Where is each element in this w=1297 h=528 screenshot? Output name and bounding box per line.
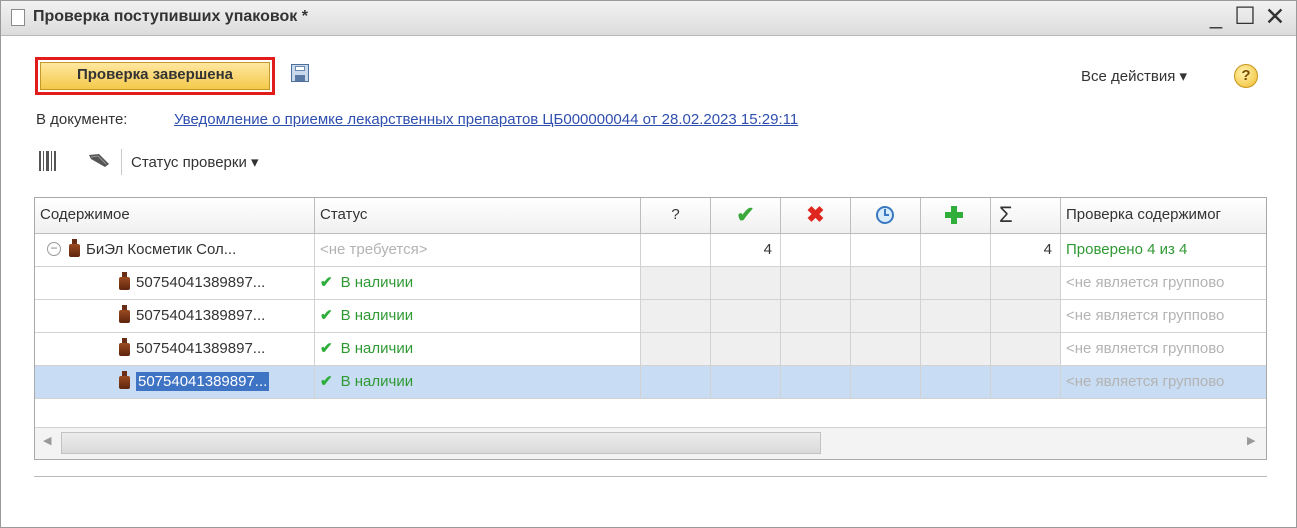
window-frame: Проверка поступивших упаковок * _ ☐ ✕ Пр…: [0, 0, 1297, 528]
table-row-code[interactable]: 50754041389897...: [35, 300, 315, 333]
table-cell: [921, 300, 991, 333]
green-plus-icon: [945, 206, 963, 224]
table-cell: [781, 333, 851, 366]
table-cell: [991, 300, 1061, 333]
group-row-status: <не требуется>: [315, 234, 641, 267]
column-header-content-check[interactable]: Проверка содержимог: [1061, 198, 1266, 234]
scroll-right-icon[interactable]: ▶: [1247, 434, 1255, 447]
table-cell: [711, 300, 781, 333]
bottom-divider: [34, 476, 1267, 477]
checkmark-icon: ✔: [320, 307, 333, 324]
group-row-check-result: Проверено 4 из 4: [1061, 234, 1266, 267]
medicine-bottle-icon: [119, 272, 130, 291]
table-row-check: <не является группово: [1061, 333, 1266, 366]
maximize-button[interactable]: ☐: [1232, 4, 1258, 30]
medicine-bottle-icon: [69, 239, 80, 258]
column-header-extra[interactable]: [921, 198, 991, 234]
table-cell: [781, 267, 851, 300]
checkmark-icon: ✔: [320, 373, 333, 390]
all-actions-menu[interactable]: Все действия ▾: [1081, 67, 1187, 85]
save-icon[interactable]: [291, 64, 309, 82]
help-icon[interactable]: ?: [1234, 64, 1258, 88]
column-header-sum[interactable]: Σ: [991, 198, 1061, 234]
medicine-bottle-icon: [119, 371, 130, 390]
scrollbar-thumb[interactable]: [61, 432, 821, 454]
table-cell: [851, 333, 921, 366]
table-cell: [711, 333, 781, 366]
document-link[interactable]: Уведомление о приемке лекарственных преп…: [174, 111, 798, 128]
table-cell: [781, 300, 851, 333]
group-row-pending: [851, 234, 921, 267]
group-row-found: 4: [711, 234, 781, 267]
table-row-check: <не является группово: [1061, 267, 1266, 300]
group-row-missing: [781, 234, 851, 267]
close-button[interactable]: ✕: [1262, 4, 1288, 30]
table-cell: [851, 300, 921, 333]
package-code: 50754041389897...: [136, 274, 266, 291]
table-cell: [641, 300, 711, 333]
clock-icon: [876, 206, 894, 224]
table-row-code[interactable]: 50754041389897...: [35, 333, 315, 366]
medicine-bottle-icon: [119, 338, 130, 357]
red-cross-icon: ✖: [806, 202, 825, 227]
table-cell: [781, 366, 851, 399]
table-row-status: ✔ В наличии: [315, 366, 641, 399]
table-cell: [711, 366, 781, 399]
table-row-status: ✔ В наличии: [315, 333, 641, 366]
table-cell: [921, 366, 991, 399]
column-header-unknown[interactable]: ?: [641, 198, 711, 234]
document-icon: [11, 9, 25, 26]
package-code: 50754041389897...: [136, 307, 266, 324]
toolbar-separator: [121, 149, 122, 175]
title-bar: Проверка поступивших упаковок * _ ☐ ✕: [1, 1, 1296, 36]
window-title: Проверка поступивших упаковок *: [33, 8, 308, 25]
table-cell: [851, 366, 921, 399]
group-row-content[interactable]: − БиЭл Косметик Сол...: [35, 234, 315, 267]
scanner-icon[interactable]: [87, 152, 111, 168]
table-cell: [991, 366, 1061, 399]
table-cell: [921, 267, 991, 300]
group-row-unknown: [641, 234, 711, 267]
table-cell: [921, 333, 991, 366]
column-header-pending[interactable]: [851, 198, 921, 234]
horizontal-scrollbar[interactable]: ◀ ▶: [35, 427, 1266, 459]
package-code: 50754041389897...: [136, 372, 270, 391]
package-code: 50754041389897...: [136, 340, 266, 357]
barcode-scan-icon[interactable]: [39, 151, 57, 171]
document-label: В документе:: [36, 111, 128, 128]
table-row-code-selected[interactable]: 50754041389897...: [35, 366, 315, 399]
column-header-found[interactable]: ✔: [711, 198, 781, 234]
table-row-check: <не является группово: [1061, 366, 1266, 399]
table-cell: [991, 267, 1061, 300]
table-cell: [641, 267, 711, 300]
checkmark-icon: ✔: [320, 340, 333, 357]
group-name: БиЭл Косметик Сол...: [86, 241, 237, 258]
collapse-icon[interactable]: −: [47, 242, 61, 257]
table-cell: [711, 267, 781, 300]
column-header-missing[interactable]: ✖: [781, 198, 851, 234]
checkmark-icon: ✔: [736, 202, 755, 227]
check-completed-button-highlight[interactable]: Проверка завершена: [35, 57, 275, 95]
check-status-menu[interactable]: Статус проверки ▾: [131, 153, 259, 171]
checkmark-icon: ✔: [320, 274, 333, 291]
column-header-status[interactable]: Статус: [315, 198, 641, 234]
table-cell: [991, 333, 1061, 366]
table-cell: [851, 267, 921, 300]
group-row-total: 4: [991, 234, 1061, 267]
packages-table[interactable]: Содержимое Статус ? ✔ ✖ Σ Проверка содер…: [34, 197, 1267, 460]
table-cell: [641, 366, 711, 399]
check-completed-button[interactable]: Проверка завершена: [40, 62, 270, 90]
table-cell: [641, 333, 711, 366]
table-row-status: ✔ В наличии: [315, 300, 641, 333]
scroll-left-icon[interactable]: ◀: [43, 434, 51, 447]
medicine-bottle-icon: [119, 305, 130, 324]
group-row-extra: [921, 234, 991, 267]
column-header-content[interactable]: Содержимое: [35, 198, 315, 234]
minimize-button[interactable]: _: [1203, 4, 1229, 30]
table-row-status: ✔ В наличии: [315, 267, 641, 300]
table-row-code[interactable]: 50754041389897...: [35, 267, 315, 300]
table-row-check: <не является группово: [1061, 300, 1266, 333]
